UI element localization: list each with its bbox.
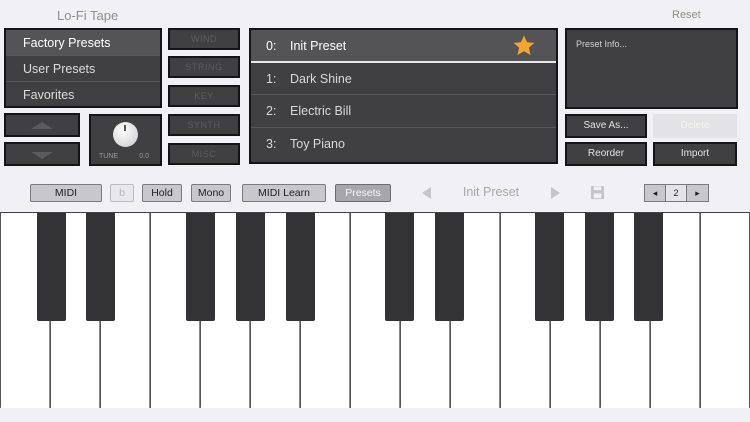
save-as-button[interactable]: Save As... xyxy=(565,114,647,138)
octave-value: 2 xyxy=(665,184,687,202)
save-icon[interactable] xyxy=(590,185,605,200)
current-preset-label: Init Preset xyxy=(462,185,520,199)
preset-row[interactable]: 1: Dark Shine xyxy=(251,63,556,95)
preset-number: 1: xyxy=(266,71,277,86)
preset-info-text: Preset Info... xyxy=(576,39,628,49)
tune-knob[interactable] xyxy=(113,122,138,147)
favorite-star-icon[interactable] xyxy=(512,34,536,58)
tune-control: TUNE 0.0 xyxy=(89,114,162,166)
preset-row[interactable]: 3: Toy Piano xyxy=(251,128,556,161)
hold-button[interactable]: Hold xyxy=(142,184,182,202)
filter-key-button[interactable]: KEY xyxy=(168,85,240,107)
filter-synth-button[interactable]: SYNTH xyxy=(168,114,240,136)
import-button[interactable]: Import xyxy=(653,142,737,166)
bend-button[interactable]: b xyxy=(110,184,134,202)
filter-misc-button[interactable]: MISC xyxy=(168,143,240,165)
black-key[interactable] xyxy=(634,213,663,321)
category-user-presets[interactable]: User Presets xyxy=(6,56,160,82)
white-key[interactable] xyxy=(701,213,749,408)
preset-name: Toy Piano xyxy=(290,136,345,151)
category-factory-presets[interactable]: Factory Presets xyxy=(6,30,160,56)
midi-button[interactable]: MIDI xyxy=(30,184,102,202)
app-title: Lo-Fi Tape xyxy=(57,8,119,23)
preset-row[interactable]: 0: Init Preset xyxy=(251,30,556,63)
black-key[interactable] xyxy=(585,213,614,321)
preset-name: Dark Shine xyxy=(290,71,352,86)
preset-category-list: Factory Presets User Presets Favorites xyxy=(4,28,162,108)
delete-button[interactable]: Delete xyxy=(653,114,737,138)
filter-wind-button[interactable]: WIND xyxy=(168,28,240,50)
black-key[interactable] xyxy=(435,213,464,321)
previous-preset-arrow-icon[interactable] xyxy=(422,187,431,199)
tune-label: TUNE xyxy=(99,153,119,160)
category-favorites[interactable]: Favorites xyxy=(6,82,160,108)
filter-string-button[interactable]: STRING xyxy=(168,56,240,78)
black-key[interactable] xyxy=(86,213,115,321)
black-key[interactable] xyxy=(236,213,265,321)
preset-info-box[interactable]: Preset Info... xyxy=(565,28,738,109)
reorder-button[interactable]: Reorder xyxy=(565,142,647,166)
black-key[interactable] xyxy=(535,213,564,321)
black-key[interactable] xyxy=(186,213,215,321)
octave-up-button[interactable]: ▸ xyxy=(686,184,709,202)
scroll-down-button[interactable] xyxy=(4,142,80,166)
preset-list: 0: Init Preset 1: Dark Shine 2: Electric… xyxy=(249,28,558,164)
next-preset-arrow-icon[interactable] xyxy=(551,187,560,199)
preset-number: 3: xyxy=(266,136,277,151)
scroll-up-button[interactable] xyxy=(4,113,80,137)
preset-name: Init Preset xyxy=(290,39,347,53)
midi-learn-button[interactable]: MIDI Learn xyxy=(242,184,326,202)
chevron-up-icon xyxy=(31,122,53,129)
tune-value: 0.0 xyxy=(139,153,149,160)
preset-row[interactable]: 2: Electric Bill xyxy=(251,95,556,128)
preset-number: 0: xyxy=(266,39,277,53)
black-key[interactable] xyxy=(385,213,414,321)
presets-toggle-button[interactable]: Presets xyxy=(335,184,391,202)
chevron-down-icon xyxy=(31,152,53,159)
octave-down-button[interactable]: ◂ xyxy=(644,184,666,202)
mono-button[interactable]: Mono xyxy=(191,184,231,202)
black-key[interactable] xyxy=(286,213,315,321)
preset-number: 2: xyxy=(266,104,277,118)
preset-name: Electric Bill xyxy=(290,104,352,118)
reset-button[interactable]: Reset xyxy=(672,9,701,21)
piano-keyboard xyxy=(0,212,750,408)
black-key[interactable] xyxy=(37,213,66,321)
